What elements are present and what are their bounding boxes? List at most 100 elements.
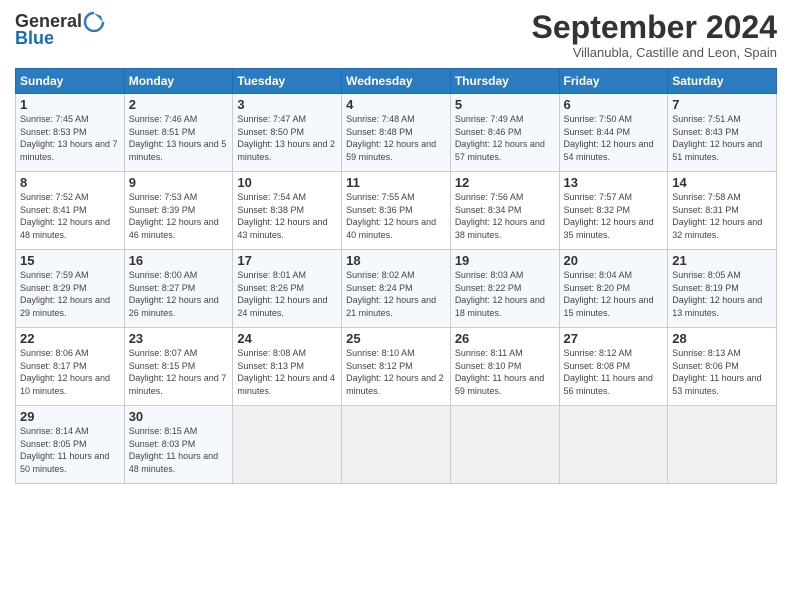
calendar-cell: 2 Sunrise: 7:46 AM Sunset: 8:51 PM Dayli… (124, 94, 233, 172)
day-info: Sunrise: 7:50 AM Sunset: 8:44 PM Dayligh… (564, 114, 654, 162)
day-info: Sunrise: 7:45 AM Sunset: 8:53 PM Dayligh… (20, 114, 118, 162)
calendar-header: Sunday Monday Tuesday Wednesday Thursday… (16, 69, 777, 94)
day-number: 12 (455, 175, 555, 190)
day-number: 28 (672, 331, 772, 346)
day-number: 8 (20, 175, 120, 190)
calendar-cell: 25 Sunrise: 8:10 AM Sunset: 8:12 PM Dayl… (342, 328, 451, 406)
day-number: 7 (672, 97, 772, 112)
day-info: Sunrise: 7:58 AM Sunset: 8:31 PM Dayligh… (672, 192, 762, 240)
calendar-table: Sunday Monday Tuesday Wednesday Thursday… (15, 68, 777, 484)
calendar-row: 22 Sunrise: 8:06 AM Sunset: 8:17 PM Dayl… (16, 328, 777, 406)
day-info: Sunrise: 7:52 AM Sunset: 8:41 PM Dayligh… (20, 192, 110, 240)
day-number: 3 (237, 97, 337, 112)
calendar-cell: 21 Sunrise: 8:05 AM Sunset: 8:19 PM Dayl… (668, 250, 777, 328)
calendar-cell: 23 Sunrise: 8:07 AM Sunset: 8:15 PM Dayl… (124, 328, 233, 406)
day-number: 21 (672, 253, 772, 268)
calendar-cell-empty (233, 406, 342, 484)
calendar-body: 1 Sunrise: 7:45 AM Sunset: 8:53 PM Dayli… (16, 94, 777, 484)
day-info: Sunrise: 8:12 AM Sunset: 8:08 PM Dayligh… (564, 348, 653, 396)
logo: General Blue (15, 10, 105, 49)
day-number: 5 (455, 97, 555, 112)
col-saturday: Saturday (668, 69, 777, 94)
day-info: Sunrise: 8:13 AM Sunset: 8:06 PM Dayligh… (672, 348, 761, 396)
day-info: Sunrise: 8:15 AM Sunset: 8:03 PM Dayligh… (129, 426, 218, 474)
day-number: 1 (20, 97, 120, 112)
col-friday: Friday (559, 69, 668, 94)
day-number: 24 (237, 331, 337, 346)
day-info: Sunrise: 7:46 AM Sunset: 8:51 PM Dayligh… (129, 114, 227, 162)
logo-icon (83, 10, 105, 32)
calendar-cell: 15 Sunrise: 7:59 AM Sunset: 8:29 PM Dayl… (16, 250, 125, 328)
calendar-cell-empty (450, 406, 559, 484)
day-number: 30 (129, 409, 229, 424)
title-section: September 2024 Villanubla, Castille and … (532, 10, 777, 60)
calendar-cell: 14 Sunrise: 7:58 AM Sunset: 8:31 PM Dayl… (668, 172, 777, 250)
day-info: Sunrise: 8:06 AM Sunset: 8:17 PM Dayligh… (20, 348, 110, 396)
day-number: 29 (20, 409, 120, 424)
page: General Blue September 2024 Villanubla, … (0, 0, 792, 612)
day-info: Sunrise: 8:08 AM Sunset: 8:13 PM Dayligh… (237, 348, 335, 396)
calendar-cell: 18 Sunrise: 8:02 AM Sunset: 8:24 PM Dayl… (342, 250, 451, 328)
day-number: 17 (237, 253, 337, 268)
col-wednesday: Wednesday (342, 69, 451, 94)
calendar-cell: 20 Sunrise: 8:04 AM Sunset: 8:20 PM Dayl… (559, 250, 668, 328)
calendar-cell: 17 Sunrise: 8:01 AM Sunset: 8:26 PM Dayl… (233, 250, 342, 328)
calendar-cell: 6 Sunrise: 7:50 AM Sunset: 8:44 PM Dayli… (559, 94, 668, 172)
calendar-cell: 3 Sunrise: 7:47 AM Sunset: 8:50 PM Dayli… (233, 94, 342, 172)
day-info: Sunrise: 7:53 AM Sunset: 8:39 PM Dayligh… (129, 192, 219, 240)
day-number: 6 (564, 97, 664, 112)
calendar-cell: 19 Sunrise: 8:03 AM Sunset: 8:22 PM Dayl… (450, 250, 559, 328)
day-info: Sunrise: 7:47 AM Sunset: 8:50 PM Dayligh… (237, 114, 335, 162)
calendar-cell: 7 Sunrise: 7:51 AM Sunset: 8:43 PM Dayli… (668, 94, 777, 172)
day-number: 26 (455, 331, 555, 346)
day-number: 4 (346, 97, 446, 112)
day-info: Sunrise: 8:02 AM Sunset: 8:24 PM Dayligh… (346, 270, 436, 318)
day-number: 19 (455, 253, 555, 268)
calendar-cell: 4 Sunrise: 7:48 AM Sunset: 8:48 PM Dayli… (342, 94, 451, 172)
logo-blue: Blue (15, 28, 54, 49)
day-number: 2 (129, 97, 229, 112)
day-number: 23 (129, 331, 229, 346)
day-info: Sunrise: 8:00 AM Sunset: 8:27 PM Dayligh… (129, 270, 219, 318)
day-info: Sunrise: 7:54 AM Sunset: 8:38 PM Dayligh… (237, 192, 327, 240)
day-info: Sunrise: 8:07 AM Sunset: 8:15 PM Dayligh… (129, 348, 227, 396)
calendar-cell: 27 Sunrise: 8:12 AM Sunset: 8:08 PM Dayl… (559, 328, 668, 406)
calendar-cell-empty (342, 406, 451, 484)
day-info: Sunrise: 7:48 AM Sunset: 8:48 PM Dayligh… (346, 114, 436, 162)
calendar-row: 29 Sunrise: 8:14 AM Sunset: 8:05 PM Dayl… (16, 406, 777, 484)
calendar-cell: 12 Sunrise: 7:56 AM Sunset: 8:34 PM Dayl… (450, 172, 559, 250)
calendar-cell: 26 Sunrise: 8:11 AM Sunset: 8:10 PM Dayl… (450, 328, 559, 406)
day-info: Sunrise: 7:51 AM Sunset: 8:43 PM Dayligh… (672, 114, 762, 162)
calendar-cell: 8 Sunrise: 7:52 AM Sunset: 8:41 PM Dayli… (16, 172, 125, 250)
day-info: Sunrise: 7:57 AM Sunset: 8:32 PM Dayligh… (564, 192, 654, 240)
month-title: September 2024 (532, 10, 777, 45)
calendar-cell: 29 Sunrise: 8:14 AM Sunset: 8:05 PM Dayl… (16, 406, 125, 484)
day-number: 18 (346, 253, 446, 268)
day-info: Sunrise: 8:10 AM Sunset: 8:12 PM Dayligh… (346, 348, 444, 396)
calendar-cell-empty (559, 406, 668, 484)
day-info: Sunrise: 8:11 AM Sunset: 8:10 PM Dayligh… (455, 348, 544, 396)
day-info: Sunrise: 8:01 AM Sunset: 8:26 PM Dayligh… (237, 270, 327, 318)
calendar-cell: 16 Sunrise: 8:00 AM Sunset: 8:27 PM Dayl… (124, 250, 233, 328)
day-number: 10 (237, 175, 337, 190)
day-number: 14 (672, 175, 772, 190)
calendar-cell: 11 Sunrise: 7:55 AM Sunset: 8:36 PM Dayl… (342, 172, 451, 250)
day-number: 20 (564, 253, 664, 268)
calendar-cell: 22 Sunrise: 8:06 AM Sunset: 8:17 PM Dayl… (16, 328, 125, 406)
location-subtitle: Villanubla, Castille and Leon, Spain (532, 45, 777, 60)
day-number: 13 (564, 175, 664, 190)
calendar-cell: 28 Sunrise: 8:13 AM Sunset: 8:06 PM Dayl… (668, 328, 777, 406)
col-monday: Monday (124, 69, 233, 94)
day-number: 25 (346, 331, 446, 346)
day-info: Sunrise: 7:55 AM Sunset: 8:36 PM Dayligh… (346, 192, 436, 240)
header-row: Sunday Monday Tuesday Wednesday Thursday… (16, 69, 777, 94)
calendar-cell: 13 Sunrise: 7:57 AM Sunset: 8:32 PM Dayl… (559, 172, 668, 250)
calendar-cell: 9 Sunrise: 7:53 AM Sunset: 8:39 PM Dayli… (124, 172, 233, 250)
day-info: Sunrise: 8:05 AM Sunset: 8:19 PM Dayligh… (672, 270, 762, 318)
calendar-cell: 30 Sunrise: 8:15 AM Sunset: 8:03 PM Dayl… (124, 406, 233, 484)
calendar-row: 15 Sunrise: 7:59 AM Sunset: 8:29 PM Dayl… (16, 250, 777, 328)
col-tuesday: Tuesday (233, 69, 342, 94)
calendar-row: 1 Sunrise: 7:45 AM Sunset: 8:53 PM Dayli… (16, 94, 777, 172)
header: General Blue September 2024 Villanubla, … (15, 10, 777, 60)
day-number: 22 (20, 331, 120, 346)
